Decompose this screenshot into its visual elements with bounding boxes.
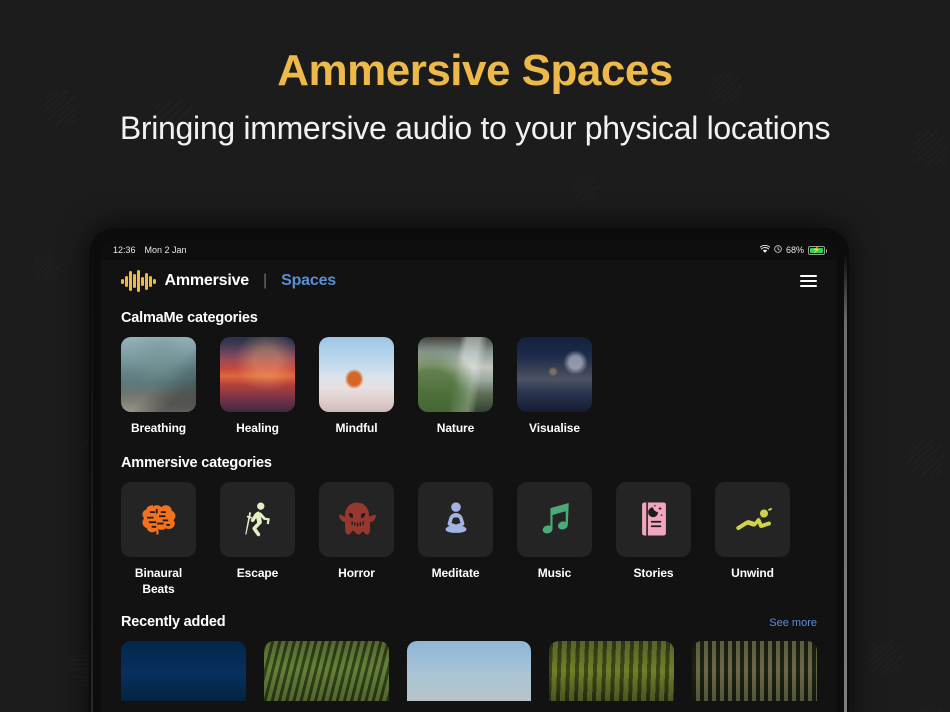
ammersive-tile-label: Horror — [338, 565, 375, 580]
brand-sub-name: Spaces — [281, 272, 336, 289]
calmame-tile-label: Visualise — [529, 421, 580, 435]
wifi-icon — [759, 244, 771, 256]
ammersive-tile[interactable]: Escape — [220, 481, 295, 598]
recent-card-row — [121, 641, 817, 702]
tile-art-detail — [220, 337, 295, 412]
tile-art-detail — [517, 337, 592, 412]
app-logo[interactable]: Ammersive | Spaces — [121, 270, 336, 292]
waveform-watermark — [908, 695, 950, 712]
hamburger-menu-icon[interactable] — [800, 275, 817, 287]
calmame-tile[interactable]: Visualise — [517, 337, 592, 437]
tablet-device-mockup: 12:36 Mon 2 Jan 68% ⚡ Ammersive | Spaces… — [89, 228, 849, 712]
starry-lake-photo — [517, 337, 592, 412]
battery-icon: ⚡ — [808, 245, 827, 255]
calmame-tile[interactable]: Healing — [220, 337, 295, 437]
charging-bolt-icon: ⚡ — [812, 246, 821, 254]
recent-section-header: Recently added See more — [121, 614, 817, 630]
tile-art-detail — [418, 337, 493, 412]
calmame-section-header: CalmaMe categories — [121, 310, 817, 326]
app-content: CalmaMe categories Breathing Healing Mindf… — [101, 310, 837, 702]
tile-art-detail — [319, 337, 394, 412]
status-bar: 12:36 Mon 2 Jan 68% ⚡ — [101, 240, 837, 260]
status-time: 12:36 — [113, 245, 136, 255]
brain-icon — [121, 481, 196, 557]
ammersive-tile[interactable]: Meditate — [418, 481, 493, 598]
tablet-screen: 12:36 Mon 2 Jan 68% ⚡ Ammersive | Spaces… — [101, 240, 837, 712]
see-more-link[interactable]: See more — [769, 617, 817, 629]
recent-section-title: Recently added — [121, 614, 226, 631]
calmame-tile-label: Breathing — [130, 421, 187, 435]
brand-divider: | — [262, 272, 268, 289]
ammersive-tile[interactable]: Unwind — [715, 481, 790, 598]
recent-card-art — [263, 641, 389, 702]
ammersive-tile[interactable]: Stories — [616, 481, 691, 598]
lake-pier-photo — [121, 337, 196, 412]
ammersive-tile-row: Binaural Beats Escape Horror Meditate Music S… — [121, 481, 817, 598]
ammersive-tile-label: Music — [537, 565, 572, 580]
recent-card[interactable] — [263, 641, 389, 702]
waveform-watermark — [565, 167, 607, 209]
ammersive-tile-label: Binaural Beats — [134, 565, 183, 596]
ammersive-tile[interactable]: Music — [517, 481, 592, 598]
app-header-bar: Ammersive | Spaces — [101, 260, 837, 302]
ammersive-tile-label: Unwind — [731, 565, 774, 580]
story-book-moon-icon — [616, 481, 691, 557]
recent-card-art — [692, 641, 817, 702]
ammersive-tile[interactable]: Binaural Beats — [121, 481, 196, 598]
calmame-tile[interactable]: Mindful — [319, 337, 394, 437]
recent-card-art — [549, 641, 675, 702]
calmame-tile[interactable]: Breathing — [121, 337, 196, 437]
battery-percent-label: 68% — [785, 245, 804, 255]
calmame-tile-label: Healing — [236, 421, 279, 435]
audio-waveform-icon — [121, 270, 156, 292]
waveform-watermark — [857, 630, 915, 688]
location-icon — [774, 245, 782, 255]
ammersive-tile-label: Meditate — [431, 565, 480, 580]
calmame-tile-row: Breathing Healing Mindful Nature Visualise — [121, 337, 817, 437]
waterfall-photo — [418, 337, 493, 412]
ghost-icon — [319, 481, 394, 557]
ammersive-tile-label: Stories — [633, 565, 674, 580]
recent-card[interactable] — [692, 641, 817, 702]
reclining-person-icon — [715, 481, 790, 557]
music-note-icon — [517, 481, 592, 557]
page-subtitle: Bringing immersive audio to your physica… — [119, 110, 831, 147]
waveform-watermark — [895, 428, 950, 490]
waveform-watermark — [23, 245, 69, 291]
ammersive-section-title: Ammersive categories — [121, 454, 272, 471]
recent-card[interactable] — [406, 641, 532, 702]
ammersive-tile[interactable]: Horror — [319, 481, 394, 598]
recent-card[interactable] — [549, 641, 675, 702]
ammersive-section-header: Ammersive categories — [121, 455, 817, 471]
calmame-tile-label: Mindful — [335, 421, 378, 435]
ammersive-tile-label: Escape — [236, 565, 279, 580]
meditation-icon — [418, 481, 493, 557]
recent-card[interactable] — [121, 641, 246, 702]
hero-section: Ammersive Spaces Bringing immersive audi… — [0, 0, 950, 149]
tablet-left-edge — [91, 250, 93, 712]
tile-art-detail — [121, 337, 196, 412]
page-title: Ammersive Spaces — [277, 46, 673, 95]
hiker-icon — [220, 481, 295, 557]
status-date: Mon 2 Jan — [144, 245, 187, 255]
brand-name: Ammersive — [164, 272, 250, 289]
calmame-section-title: CalmaMe categories — [121, 310, 258, 326]
sunset-pier-photo — [220, 337, 295, 412]
calmame-tile-label: Nature — [436, 421, 475, 435]
calmame-tile[interactable]: Nature — [418, 337, 493, 437]
monk-beach-photo — [319, 337, 394, 412]
